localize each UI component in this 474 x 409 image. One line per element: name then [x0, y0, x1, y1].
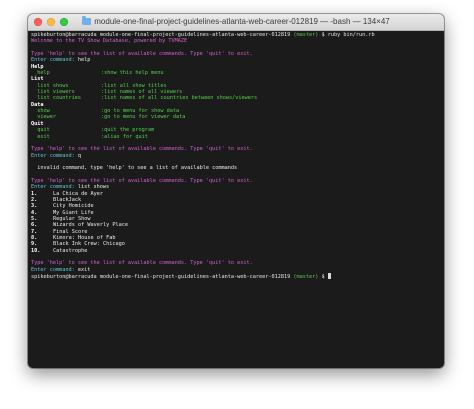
help-command: exit: [31, 133, 50, 140]
cursor[interactable]: [327, 273, 331, 280]
help-description: :alias for quit: [101, 133, 148, 140]
entered-command: exit: [77, 266, 91, 273]
entered-command: q: [77, 152, 81, 159]
hint-text: Type 'help' to see the list of available…: [31, 260, 253, 267]
show-title: La Chica de Ayer: [53, 190, 103, 197]
help-section-heading: Quit: [31, 120, 44, 127]
enter-command-prompt: Enter command:: [31, 152, 78, 159]
enter-command-prompt: Enter command:: [31, 184, 78, 191]
folder-icon: [82, 16, 92, 25]
prompt-symbol: $: [318, 274, 328, 281]
show-number: 10.: [31, 247, 41, 254]
show-title: BlackJack: [53, 196, 82, 203]
help-section-heading: Help: [31, 63, 44, 70]
help-description: :go to menu for show data: [101, 108, 180, 115]
help-section-heading: Data: [31, 101, 44, 108]
hint-text: Type 'help' to see the list of available…: [31, 146, 253, 153]
show-title: My Giant Life: [53, 209, 94, 216]
terminal-window[interactable]: module-one-final-project-guidelines-atla…: [28, 14, 444, 368]
help-description: :quit the program: [101, 127, 155, 134]
window-title: module-one-final-project-guidelines-atla…: [28, 16, 444, 28]
show-title: Catastrophe: [53, 247, 88, 254]
hint-text: Type 'help' to see the list of available…: [31, 51, 253, 58]
prompt-symbol: $: [318, 32, 328, 38]
git-branch: (master): [293, 32, 319, 38]
welcome-text: Welcome to the TV Show Database, powered…: [31, 38, 188, 45]
prompt-user: spikeburton@barracuda module-one-final-p…: [31, 274, 294, 281]
prompt-user: spikeburton@barracuda module-one-final-p…: [31, 32, 294, 38]
entered-command: help: [77, 57, 91, 64]
show-title: Black Ink Crew: Chicago: [53, 241, 125, 248]
terminal-output[interactable]: spikeburton@barracuda module-one-final-p…: [31, 32, 441, 368]
enter-command-prompt: Enter command:: [31, 266, 78, 273]
help-description: :go to menu for viewer data: [101, 114, 186, 121]
show-title: City Homicide: [53, 203, 94, 210]
prompt-line: spikeburton@barracuda module-one-final-p…: [31, 273, 441, 281]
help-description: :list names of all viewers: [101, 89, 183, 96]
show-title: Regular Show: [53, 215, 91, 222]
typed-command: ruby bin/run.rb: [327, 32, 375, 38]
show-title: Kimora: House of Fab: [53, 235, 116, 241]
help-section-heading: List: [31, 76, 44, 83]
help-description: :list all show titles: [101, 82, 167, 89]
git-branch: (master): [293, 274, 319, 281]
help-description: :list names of all countries between sho…: [101, 95, 258, 102]
invalid-command-message: invalid command, type 'help' to see a li…: [31, 165, 238, 172]
hint-text: Type 'help' to see the list of available…: [31, 177, 253, 184]
enter-command-prompt: Enter command:: [31, 57, 78, 64]
entered-command: list shows: [77, 184, 110, 191]
show-title: Final Score: [53, 228, 88, 235]
help-description: :show this help menu: [101, 70, 164, 77]
show-title: Wizards of Waverly Place: [53, 222, 128, 229]
title-bar[interactable]: module-one-final-project-guidelines-atla…: [28, 14, 444, 31]
